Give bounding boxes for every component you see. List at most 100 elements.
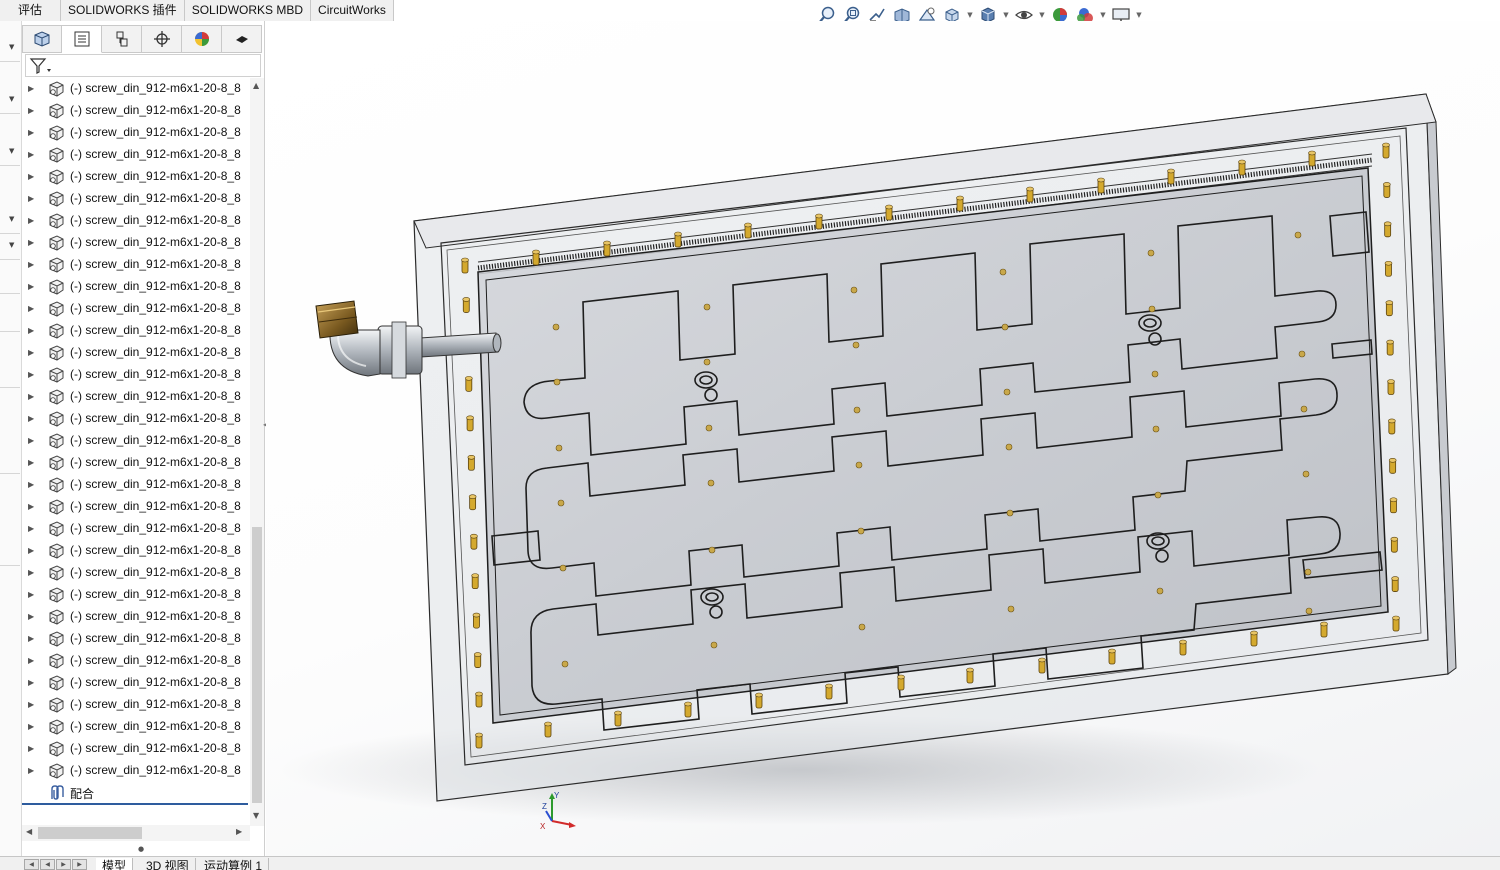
tree-item-screw[interactable]: ▶ (-) screw_din_912-m6x1-20-8_8 (22, 408, 250, 430)
display-manager-icon[interactable] (182, 25, 222, 53)
tree-item-screw[interactable]: ▶ (-) screw_din_912-m6x1-20-8_8 (22, 100, 250, 122)
tree-item-screw[interactable]: ▶ (-) screw_din_912-m6x1-20-8_8 (22, 276, 250, 298)
tree-item-screw[interactable]: ▶ (-) screw_din_912-m6x1-20-8_8 (22, 78, 250, 100)
tree-item-screw[interactable]: ▶ (-) screw_din_912-m6x1-20-8_8 (22, 584, 250, 606)
expand-arrow-icon[interactable]: ▶ (28, 612, 36, 622)
tree-item-screw[interactable]: ▶ (-) screw_din_912-m6x1-20-8_8 (22, 232, 250, 254)
expand-arrow-icon[interactable]: ▶ (28, 502, 36, 512)
expand-arrow-icon[interactable]: ▶ (28, 392, 36, 402)
scroll-thumb[interactable] (38, 827, 142, 839)
expand-arrow-icon[interactable]: ▶ (28, 172, 36, 182)
expand-arrow-icon[interactable]: ▶ (28, 436, 36, 446)
tree-item-screw[interactable]: ▶ (-) screw_din_912-m6x1-20-8_8 (22, 166, 250, 188)
expand-arrow-icon[interactable]: ▶ (28, 370, 36, 380)
chevron-down-icon[interactable]: ▼ (966, 11, 974, 19)
tree-item-screw[interactable]: ▶ (-) screw_din_912-m6x1-20-8_8 (22, 628, 250, 650)
tree-item-screw[interactable]: ▶ (-) screw_din_912-m6x1-20-8_8 (22, 210, 250, 232)
dimxpert-manager-icon[interactable] (142, 25, 182, 53)
tab-motion-study[interactable]: 运动算例 1 (198, 858, 270, 870)
scroll-thumb[interactable] (252, 527, 262, 803)
last-tab-icon[interactable]: ▶ (72, 859, 87, 870)
tab-solidworks-mbd[interactable]: SOLIDWORKS MBD (184, 0, 312, 21)
tree-item-mates[interactable]: 配合 (22, 782, 250, 804)
panel-grip-icon[interactable]: ● (138, 845, 144, 853)
scroll-up-icon[interactable]: ▲ (253, 81, 259, 90)
first-tab-icon[interactable]: ◀ (24, 859, 39, 870)
featuremanager-tree-icon[interactable] (22, 25, 62, 53)
expand-arrow-icon[interactable]: ▶ (28, 546, 36, 556)
expand-arrow-icon[interactable]: ▶ (28, 744, 36, 754)
expand-arrow-icon[interactable]: ▶ (28, 326, 36, 336)
scroll-left-icon[interactable]: ◀ (26, 827, 32, 836)
chevron-down-icon[interactable]: ▼ (1135, 11, 1143, 19)
next-tab-icon[interactable]: ▶ (56, 859, 71, 870)
expand-arrow-icon[interactable]: ▶ (28, 700, 36, 710)
tree-item-screw[interactable]: ▶ (-) screw_din_912-m6x1-20-8_8 (22, 738, 250, 760)
expand-arrow-icon[interactable]: ▶ (28, 282, 36, 292)
expand-arrow-icon[interactable]: ▶ (28, 722, 36, 732)
property-manager-icon[interactable] (62, 25, 102, 53)
tree-item-screw[interactable]: ▶ (-) screw_din_912-m6x1-20-8_8 (22, 144, 250, 166)
filter-icon[interactable] (29, 57, 53, 75)
tree-item-screw[interactable]: ▶ (-) screw_din_912-m6x1-20-8_8 (22, 430, 250, 452)
model-assembly-view[interactable] (266, 21, 1500, 856)
chevron-down-icon[interactable]: ▼ (1002, 11, 1010, 19)
graphics-viewport[interactable]: Y X Z (266, 21, 1500, 856)
tree-item-screw[interactable]: ▶ (-) screw_din_912-m6x1-20-8_8 (22, 320, 250, 342)
expand-arrow-icon[interactable]: ▶ (28, 348, 36, 358)
expand-arrow-icon[interactable]: ▶ (28, 128, 36, 138)
scroll-right-icon[interactable]: ▶ (236, 827, 242, 836)
tab-3d-views[interactable]: 3D 视图 (140, 858, 196, 870)
expand-arrow-icon[interactable]: ▶ (28, 678, 36, 688)
cam-manager-icon[interactable] (222, 25, 262, 53)
tree-item-screw[interactable]: ▶ (-) screw_din_912-m6x1-20-8_8 (22, 606, 250, 628)
expand-arrow-icon[interactable]: ▶ (28, 238, 36, 248)
expand-arrow-icon[interactable]: ▶ (28, 480, 36, 490)
chevron-down-icon[interactable]: ▼ (9, 95, 14, 103)
expand-arrow-icon[interactable]: ▶ (28, 590, 36, 600)
expand-arrow-icon[interactable]: ▶ (28, 634, 36, 644)
tree-item-screw[interactable]: ▶ (-) screw_din_912-m6x1-20-8_8 (22, 452, 250, 474)
tree-item-screw[interactable]: ▶ (-) screw_din_912-m6x1-20-8_8 (22, 562, 250, 584)
chevron-down-icon[interactable]: ▼ (9, 241, 14, 249)
tree-item-screw[interactable]: ▶ (-) screw_din_912-m6x1-20-8_8 (22, 518, 250, 540)
expand-arrow-icon[interactable]: ▶ (28, 150, 36, 160)
tree-item-screw[interactable]: ▶ (-) screw_din_912-m6x1-20-8_8 (22, 188, 250, 210)
tab-solidworks-addins[interactable]: SOLIDWORKS 插件 (61, 0, 185, 21)
tree-item-screw[interactable]: ▶ (-) screw_din_912-m6x1-20-8_8 (22, 254, 250, 276)
tree-item-screw[interactable]: ▶ (-) screw_din_912-m6x1-20-8_8 (22, 672, 250, 694)
tree-item-screw[interactable]: ▶ (-) screw_din_912-m6x1-20-8_8 (22, 474, 250, 496)
tree-item-screw[interactable]: ▶ (-) screw_din_912-m6x1-20-8_8 (22, 650, 250, 672)
expand-arrow-icon[interactable]: ▶ (28, 524, 36, 534)
tab-circuitworks[interactable]: CircuitWorks (311, 0, 394, 21)
tree-item-screw[interactable]: ▶ (-) screw_din_912-m6x1-20-8_8 (22, 694, 250, 716)
configuration-manager-icon[interactable] (102, 25, 142, 53)
expand-arrow-icon[interactable]: ▶ (28, 260, 36, 270)
tree-item-screw[interactable]: ▶ (-) screw_din_912-m6x1-20-8_8 (22, 760, 250, 782)
chevron-down-icon[interactable]: ▼ (9, 215, 14, 223)
expand-arrow-icon[interactable]: ▶ (28, 216, 36, 226)
expand-arrow-icon[interactable]: ▶ (28, 414, 36, 424)
tree-item-screw[interactable]: ▶ (-) screw_din_912-m6x1-20-8_8 (22, 386, 250, 408)
tree-item-screw[interactable]: ▶ (-) screw_din_912-m6x1-20-8_8 (22, 716, 250, 738)
prev-tab-icon[interactable]: ◀ (40, 859, 55, 870)
expand-arrow-icon[interactable]: ▶ (28, 194, 36, 204)
expand-arrow-icon[interactable]: ▶ (28, 656, 36, 666)
tree-item-screw[interactable]: ▶ (-) screw_din_912-m6x1-20-8_8 (22, 496, 250, 518)
chevron-down-icon[interactable]: ▼ (1099, 11, 1107, 19)
chevron-down-icon[interactable]: ▼ (9, 43, 14, 51)
tree-item-screw[interactable]: ▶ (-) screw_din_912-m6x1-20-8_8 (22, 364, 250, 386)
expand-arrow-icon[interactable]: ▶ (28, 106, 36, 116)
scroll-down-icon[interactable]: ▼ (253, 811, 259, 820)
tree-item-screw[interactable]: ▶ (-) screw_din_912-m6x1-20-8_8 (22, 122, 250, 144)
expand-arrow-icon[interactable]: ▶ (28, 84, 36, 94)
expand-arrow-icon[interactable]: ▶ (28, 458, 36, 468)
manager-collapse-strip[interactable]: ▼ ▼ ▼ ▼ ▼ (0, 21, 22, 856)
tree-item-screw[interactable]: ▶ (-) screw_din_912-m6x1-20-8_8 (22, 342, 250, 364)
tab-evaluate[interactable]: 评估 (0, 0, 61, 21)
tree-item-screw[interactable]: ▶ (-) screw_din_912-m6x1-20-8_8 (22, 298, 250, 320)
tab-model[interactable]: 模型 (96, 858, 134, 870)
expand-arrow-icon[interactable]: ▶ (28, 766, 36, 776)
chevron-down-icon[interactable]: ▼ (1038, 11, 1046, 19)
expand-arrow-icon[interactable]: ▶ (28, 568, 36, 578)
